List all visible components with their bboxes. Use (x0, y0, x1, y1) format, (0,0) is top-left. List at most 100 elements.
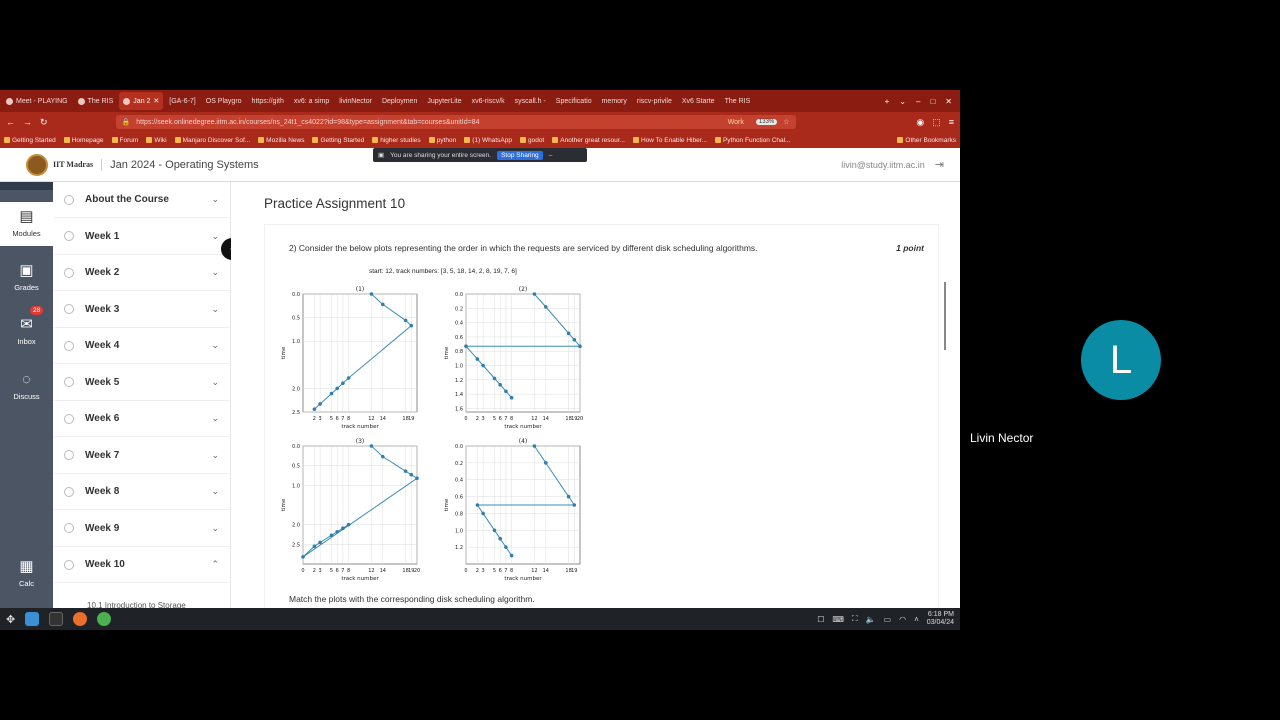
sidebar-subitem[interactable]: 10.1 Introduction to Storage (87, 601, 186, 608)
expand-tray-icon[interactable]: ˄ (914, 615, 919, 624)
sidebar-item-week-2[interactable]: Week 2 ⌄ (53, 255, 230, 291)
participant-tile[interactable]: L Livin Nector (960, 270, 1280, 450)
rail-modules[interactable]: ▤ Modules (0, 202, 53, 246)
system-tray: ☐ ⌨ ⛶ 🔈 ▭ ◠ ˄ 6:18 PM 03/04/24 (817, 611, 954, 627)
logout-icon[interactable]: ⇥ (935, 158, 944, 171)
bookmark-item[interactable]: Forum (111, 137, 138, 144)
page-scrollbar[interactable] (944, 282, 946, 350)
bookmark-star-icon[interactable]: ☆ (783, 118, 789, 126)
plot-title: (4) (519, 438, 528, 445)
network-icon[interactable]: ⛶ (852, 614, 858, 624)
back-icon[interactable]: ← (6, 117, 15, 127)
menu-icon[interactable]: ≡ (949, 117, 954, 127)
browser-tab[interactable]: Deploymen (378, 92, 421, 110)
volume-icon[interactable]: 🔈 (866, 615, 876, 624)
data-point (301, 555, 305, 559)
forward-icon[interactable]: → (23, 117, 32, 127)
extensions-icon[interactable]: ⬚ (932, 117, 941, 128)
browser-tab[interactable]: memory (598, 92, 631, 110)
browser-tab[interactable]: The RIS (721, 92, 755, 110)
bookmark-item[interactable]: Getting Started (312, 137, 364, 144)
data-point (409, 323, 414, 328)
main-content: Practice Assignment 10 2) Consider the b… (231, 182, 960, 608)
app-launcher-icon[interactable]: ✥ (6, 613, 15, 626)
plot-3: (3)0 2 3 5 6 7 8 12 14 18 19 200.00.51.02.02.5track… (281, 438, 420, 582)
url-bar[interactable]: 🔒 https://seek.onlinedegree.iitm.ac.in/c… (115, 115, 796, 129)
sidebar-item-week-9[interactable]: Week 9 ⌄ (53, 511, 230, 547)
sidebar-item-week-8[interactable]: Week 8 ⌄ (53, 474, 230, 510)
bookmark-icon (372, 136, 379, 143)
data-point (346, 522, 351, 527)
rail-calc[interactable]: ▦ Calc (0, 552, 53, 596)
browser-tab[interactable]: syscall.h - (511, 92, 550, 110)
data-point (509, 395, 514, 400)
bookmark-item[interactable]: Wiki (146, 137, 167, 144)
x-tick-label: 5 (493, 568, 496, 574)
browser-tab[interactable]: JupyterLite (423, 92, 465, 110)
minimize-icon[interactable]: – (916, 97, 920, 106)
participant-avatar: L (1081, 320, 1161, 400)
reload-icon[interactable]: ↻ (40, 117, 48, 128)
bookmark-item[interactable]: (1) WhatsApp (464, 137, 512, 144)
maximize-icon[interactable]: □ (930, 97, 935, 106)
browser-tab[interactable]: The RIS (74, 92, 118, 110)
bookmark-item[interactable]: Other Bookmarks (897, 137, 956, 144)
bookmark-item[interactable]: godot (519, 137, 544, 144)
rail-grades[interactable]: ▣ Grades (0, 256, 53, 300)
browser-tab[interactable]: Xv6 Starte (678, 92, 719, 110)
bookmark-item[interactable]: Manjaro Discover Sof... (174, 137, 250, 144)
bookmark-item[interactable]: Mozilla News (258, 137, 304, 144)
chevron-down-icon: ⌄ (211, 303, 219, 314)
browser-tab[interactable]: riscv-privile (633, 92, 676, 110)
terminal-icon[interactable] (49, 612, 64, 626)
y-tick-label: 0.8 (455, 511, 463, 517)
sidebar-item-week-1[interactable]: Week 1 ⌄ (53, 219, 230, 255)
browser-tab[interactable]: xv6-riscv/k (468, 92, 509, 110)
rail-inbox[interactable]: ✉ Inbox 28 (0, 306, 53, 354)
sidebar-item-week-10[interactable]: Week 10 ⌃ (53, 547, 230, 583)
keyboard-icon[interactable]: ⌨ (832, 615, 844, 624)
battery-icon[interactable]: ▭ (884, 615, 892, 624)
new-tab-icon[interactable]: + (885, 97, 890, 106)
iitm-logo[interactable] (26, 153, 48, 176)
browser-tab[interactable]: https://gith (248, 92, 288, 110)
sidebar-item-week-3[interactable]: Week 3 ⌄ (53, 292, 230, 328)
data-point (475, 357, 480, 361)
browser-tab[interactable]: Specificatio (552, 92, 596, 110)
browser-tab[interactable]: OS Playgro (202, 92, 246, 110)
firefox-icon[interactable] (73, 612, 88, 626)
sidebar-item-label: Week 10 (85, 559, 125, 570)
stop-sharing-button[interactable]: Stop Sharing (497, 150, 543, 160)
bookmark-item[interactable]: Homepage (63, 137, 104, 144)
sidebar-item-week-4[interactable]: Week 4 ⌄ (53, 328, 230, 364)
bookmark-item[interactable]: python (428, 137, 456, 144)
browser-tab[interactable]: [GA-6-7] (165, 92, 199, 110)
browser-tab[interactable]: xv6: a simp (290, 92, 333, 110)
bookmark-item[interactable]: How To Enable Hiber... (632, 137, 707, 144)
rail-discuss[interactable]: ◌ Discuss (0, 365, 53, 409)
chat-app-icon[interactable] (97, 612, 112, 626)
browser-tab[interactable]: Meet - PLAYING (2, 92, 72, 110)
pocket-icon[interactable]: ◉ (916, 117, 924, 128)
hide-banner-button[interactable]: – (549, 152, 553, 159)
bookmark-item[interactable]: higher studies (372, 136, 421, 144)
bookmark-item[interactable]: Python Function Chal... (714, 137, 791, 144)
clock[interactable]: 6:18 PM 03/04/24 (927, 611, 954, 627)
notifications-icon[interactable]: ☐ (817, 615, 824, 624)
sidebar-item-week-5[interactable]: Week 5 ⌄ (53, 365, 230, 401)
sidebar-item-week-6[interactable]: Week 6 ⌄ (53, 401, 230, 437)
zoom-level[interactable]: 133% (755, 119, 778, 125)
sidebar-item-about-the-course[interactable]: About the Course ⌄ (53, 182, 230, 218)
data-point (341, 526, 345, 531)
wifi-icon[interactable]: ◠ (899, 615, 906, 624)
tab-list-icon[interactable]: ⌄ (899, 97, 906, 106)
file-manager-icon[interactable] (25, 612, 40, 626)
bookmark-item[interactable]: Another great resour... (552, 137, 625, 144)
browser-tab-active[interactable]: Jan 2 ✕ (119, 92, 164, 110)
close-window-icon[interactable]: ✕ (945, 97, 952, 106)
browser-tab[interactable]: livinNector (335, 92, 376, 110)
bookmark-item[interactable]: Getting Started (4, 137, 56, 144)
x-tick-label: 0 (301, 568, 304, 574)
close-tab-icon[interactable]: ✕ (153, 97, 159, 105)
sidebar-item-week-7[interactable]: Week 7 ⌄ (53, 438, 230, 474)
